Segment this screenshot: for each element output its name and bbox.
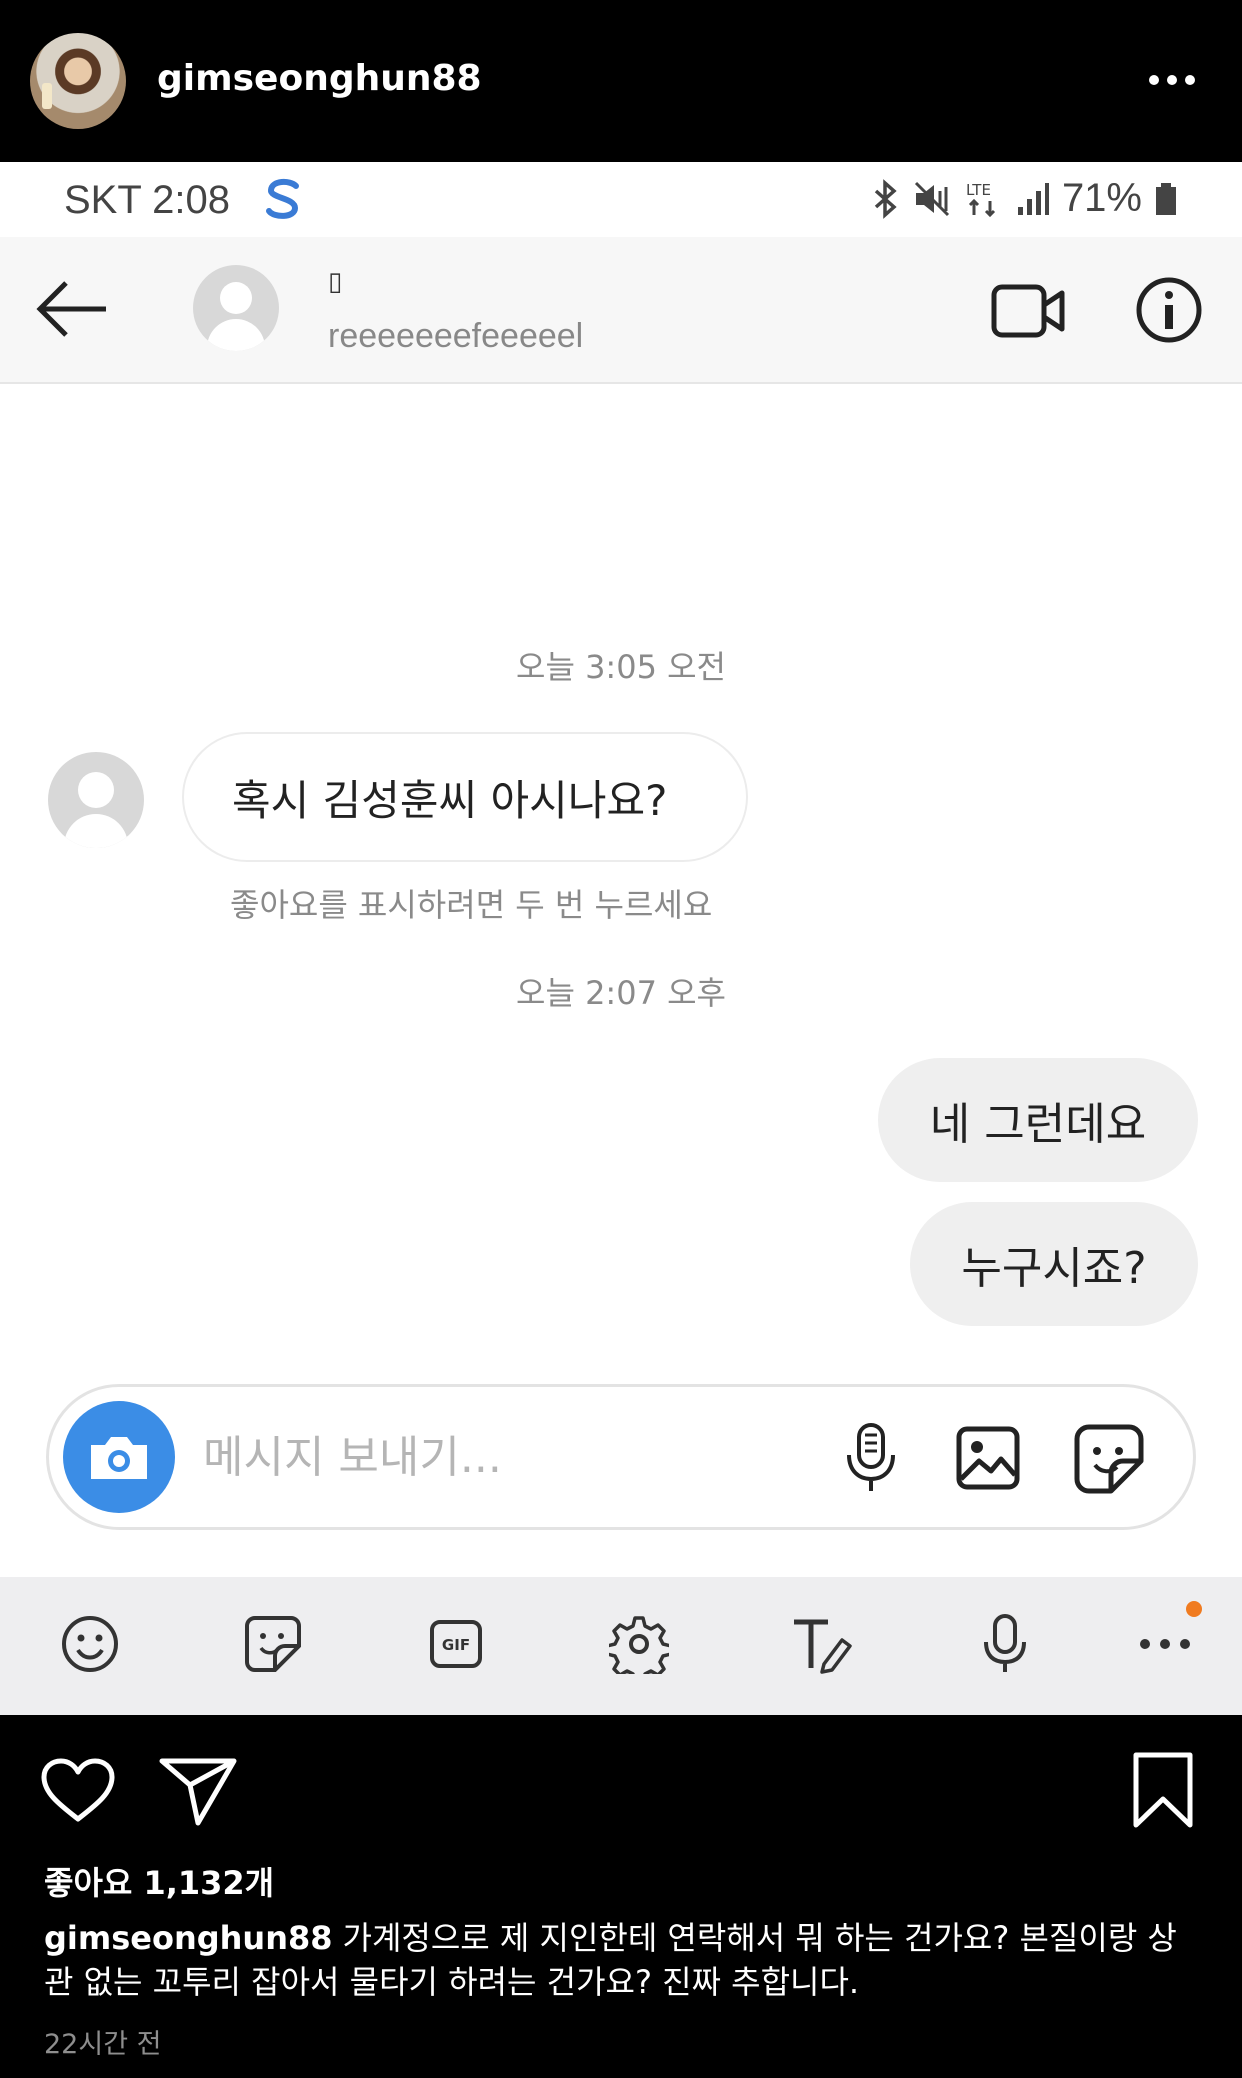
contact-handle: reeeeeeefeeeeel [328, 317, 584, 355]
contact-avatar[interactable] [193, 265, 279, 351]
status-bar: SKT 2:08 LTE 71% [0, 162, 1242, 237]
voice-input-icon[interactable] [970, 1609, 1040, 1679]
camera-icon [91, 1437, 147, 1479]
back-arrow-icon[interactable] [34, 279, 110, 339]
keyboard-toolbar: GIF [0, 1577, 1242, 1715]
message-timestamp: 오늘 3:05 오전 [516, 648, 726, 686]
more-options-icon[interactable] [1144, 62, 1200, 98]
carrier-time: SKT 2:08 [64, 178, 231, 222]
microphone-icon[interactable] [841, 1421, 901, 1495]
gif-label: GIF [442, 1636, 470, 1654]
like-hint: 좋아요를 표시하려면 두 번 누르세요 [230, 886, 713, 924]
share-send-icon[interactable] [158, 1755, 238, 1827]
dm-screenshot: SKT 2:08 LTE 71% ▯ reeeeeeefeeeeel 오늘 3:… [0, 162, 1242, 1715]
bookmark-icon[interactable] [1130, 1751, 1196, 1829]
svg-text:LTE: LTE [966, 181, 991, 199]
message-timestamp: 오늘 2:07 오후 [516, 974, 726, 1012]
signal-icon [1017, 182, 1049, 215]
settings-gear-icon[interactable] [604, 1609, 674, 1679]
bluetooth-icon [874, 178, 897, 219]
likes-count[interactable]: 좋아요 1,132개 [44, 1858, 274, 1904]
message-input[interactable] [203, 1427, 783, 1487]
caption-username[interactable]: gimseonghun88 [44, 1919, 333, 1957]
message-composer [46, 1384, 1196, 1530]
post-caption: gimseonghun88 가계정으로 제 지인한테 연락해서 뭐 하는 건가요?… [44, 1916, 1204, 2004]
dm-header: ▯ reeeeeeefeeeeel [0, 237, 1242, 384]
sender-avatar[interactable] [48, 752, 144, 848]
outgoing-message[interactable]: 누구시죠? [910, 1202, 1198, 1326]
kb-sticker-icon[interactable] [238, 1609, 308, 1679]
lte-icon: LTE [966, 181, 995, 217]
notification-dot [1186, 1601, 1202, 1617]
text-style-icon[interactable] [787, 1609, 857, 1679]
incoming-message[interactable]: 혹시 김성훈씨 아시나요? [182, 732, 748, 862]
video-call-icon[interactable] [990, 279, 1066, 343]
post-header: gimseonghun88 [0, 0, 1242, 162]
sticker-icon[interactable] [1073, 1423, 1145, 1495]
more-tools-icon[interactable] [1130, 1609, 1200, 1679]
battery-percent: 71% [1061, 176, 1142, 220]
camera-button[interactable] [63, 1401, 175, 1513]
outgoing-message[interactable]: 네 그런데요 [878, 1058, 1198, 1182]
emoji-icon[interactable] [55, 1609, 125, 1679]
s-app-icon [266, 178, 299, 219]
contact-name: ▯ [328, 267, 343, 297]
post-time-ago: 22시간 전 [44, 2029, 162, 2060]
gallery-icon[interactable] [955, 1425, 1021, 1491]
post-username[interactable]: gimseonghun88 [157, 58, 482, 99]
status-icons: LTE 71% [870, 176, 1178, 221]
gif-icon[interactable]: GIF [421, 1609, 491, 1679]
profile-avatar[interactable] [30, 33, 126, 129]
info-icon[interactable] [1134, 275, 1204, 345]
battery-icon [1156, 182, 1176, 215]
heart-icon[interactable] [40, 1757, 116, 1825]
mute-icon [914, 181, 949, 216]
post-actions [0, 1715, 1242, 1835]
